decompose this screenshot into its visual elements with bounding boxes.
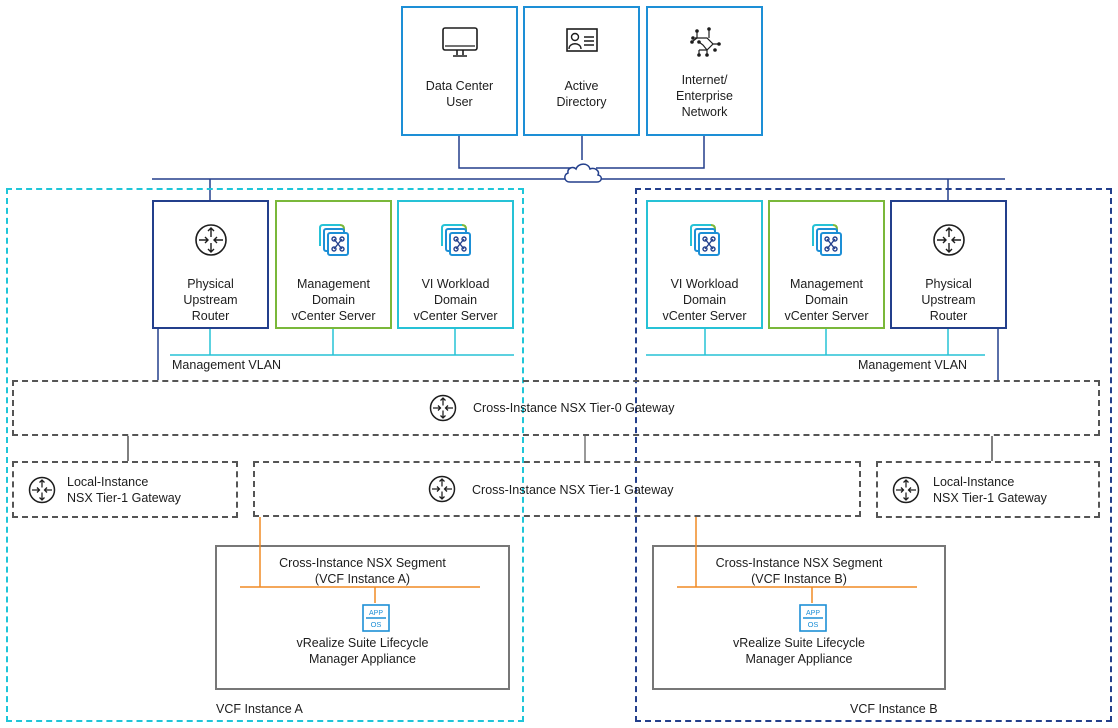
network-graph-icon	[689, 27, 721, 57]
router-icon	[28, 476, 56, 504]
active-directory-box[interactable]: Active Directory	[523, 6, 640, 136]
active-directory-label: Active Directory	[556, 79, 607, 109]
router-icon	[194, 224, 227, 256]
vcenter-icon	[440, 224, 471, 256]
data-center-user-box[interactable]: Data Center User	[401, 6, 518, 136]
vcenter-icon	[811, 224, 842, 256]
app-os-icon: APP OS	[799, 604, 827, 632]
router-icon	[892, 476, 920, 504]
node-label: Management Domain vCenter Server	[291, 277, 376, 323]
link-user-cloud	[458, 136, 572, 169]
svg-text:APP: APP	[806, 610, 820, 617]
segment-title: Cross-Instance NSX Segment (VCF Instance …	[715, 556, 883, 586]
instance-b-vlan-label: Management VLAN	[858, 358, 968, 372]
svg-text:APP: APP	[369, 610, 383, 617]
router-icon	[428, 475, 456, 503]
instance-b-segment-box[interactable]: Cross-Instance NSX Segment (VCF Instance …	[652, 545, 946, 690]
local-tier1-label: Local-Instance NSX Tier-1 Gateway	[67, 475, 181, 505]
segment-title: Cross-Instance NSX Segment (VCF Instance …	[279, 556, 446, 586]
svg-text:OS: OS	[371, 620, 382, 629]
vcenter-icon	[318, 224, 349, 256]
appliance-label: vRealize Suite Lifecycle Manager Applianc…	[732, 636, 865, 666]
node-label: VI Workload Domain vCenter Server	[662, 277, 747, 323]
data-center-user-label: Data Center User	[425, 79, 494, 109]
instance-b-local-tier1-gateway[interactable]: Local-Instance NSX Tier-1 Gateway	[876, 461, 1100, 518]
instance-a-label: VCF Instance A	[216, 702, 303, 716]
internet-enterprise-network-label: Internet/Enterprise Network	[676, 73, 733, 119]
internet-enterprise-network-box[interactable]: Internet/Enterprise Network	[646, 6, 763, 136]
instance-a-local-tier1-gateway[interactable]: Local-Instance NSX Tier-1 Gateway	[12, 461, 238, 518]
instance-a-vlan-label: Management VLAN	[172, 358, 282, 372]
node-label: VI Workload Domain vCenter Server	[413, 277, 498, 323]
node-label: Physical Upstream Router	[921, 277, 976, 323]
cross-instance-tier1-gateway[interactable]: Cross-Instance NSX Tier-1 Gateway	[253, 461, 861, 517]
monitor-icon	[441, 27, 478, 57]
svg-text:OS: OS	[808, 620, 819, 629]
cloud-icon	[564, 163, 602, 183]
tier0-gateway-label: Cross-Instance NSX Tier-0 Gateway	[473, 401, 675, 415]
router-icon	[429, 394, 457, 422]
instance-b-management-vcenter[interactable]: Management Domain vCenter Server	[768, 200, 885, 329]
local-tier1-label: Local-Instance NSX Tier-1 Gateway	[933, 475, 1047, 505]
instance-a-vi-workload-vcenter[interactable]: VI Workload Domain vCenter Server	[397, 200, 514, 329]
vcenter-icon	[689, 224, 720, 256]
instance-b-label: VCF Instance B	[850, 702, 938, 716]
instance-a-management-vcenter[interactable]: Management Domain vCenter Server	[275, 200, 392, 329]
node-label: Physical Upstream Router	[183, 277, 238, 323]
tier0-gateway-box[interactable]: Cross-Instance NSX Tier-0 Gateway	[12, 380, 1100, 436]
instance-a-physical-upstream-router[interactable]: Physical Upstream Router	[152, 200, 269, 329]
instance-b-vi-workload-vcenter[interactable]: VI Workload Domain vCenter Server	[646, 200, 763, 329]
id-card-icon	[565, 28, 598, 52]
app-os-icon: APP OS	[362, 604, 390, 632]
instance-b-physical-upstream-router[interactable]: Physical Upstream Router	[890, 200, 1007, 329]
link-internet-cloud	[596, 136, 705, 169]
node-label: Management Domain vCenter Server	[784, 277, 869, 323]
appliance-label: vRealize Suite Lifecycle Manager Applianc…	[296, 636, 429, 666]
cross-tier1-label: Cross-Instance NSX Tier-1 Gateway	[472, 483, 674, 497]
instance-a-segment-box[interactable]: Cross-Instance NSX Segment (VCF Instance …	[215, 545, 510, 690]
router-icon	[932, 224, 965, 256]
